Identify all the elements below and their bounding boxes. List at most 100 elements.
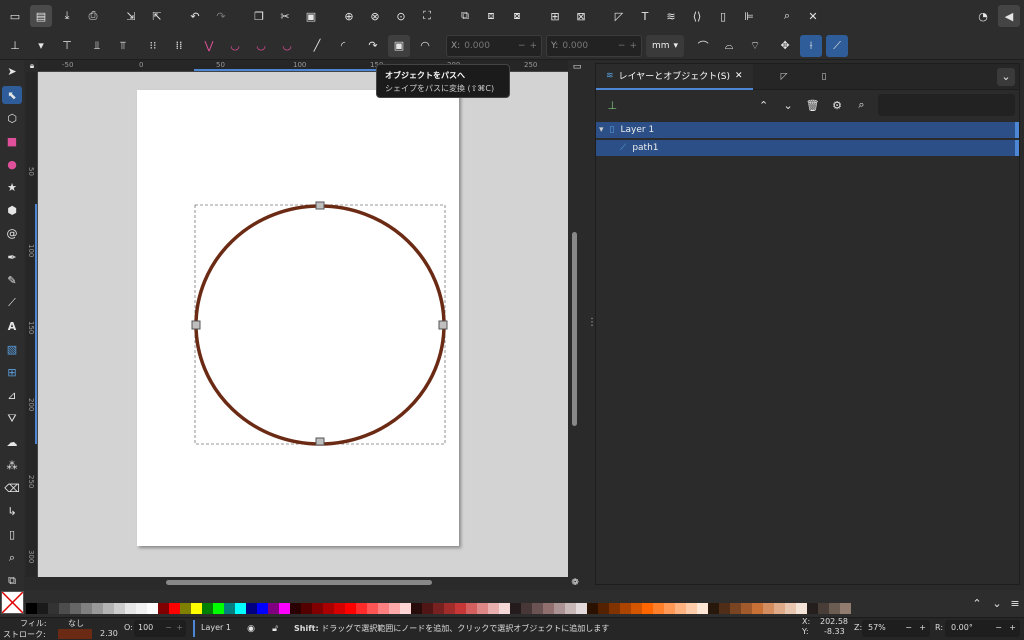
- rotate-cw-icon[interactable]: +: [1009, 623, 1016, 632]
- color-swatch[interactable]: [477, 603, 488, 614]
- visibility-eye-icon[interactable]: ◉: [244, 620, 258, 637]
- show-mask-icon[interactable]: ⌓: [718, 35, 740, 57]
- color-swatch[interactable]: [334, 603, 345, 614]
- color-swatch[interactable]: [620, 603, 631, 614]
- zoom-in-icon[interactable]: +: [919, 623, 926, 632]
- color-swatch[interactable]: [301, 603, 312, 614]
- color-swatch[interactable]: [752, 603, 763, 614]
- color-swatch[interactable]: [598, 603, 609, 614]
- rotation-field[interactable]: 0.00° − +: [945, 620, 1020, 637]
- color-swatch[interactable]: [114, 603, 125, 614]
- stroke-swatch[interactable]: [58, 629, 92, 639]
- color-swatch[interactable]: [697, 603, 708, 614]
- gradient-tool-icon[interactable]: ▧: [2, 341, 22, 359]
- delete-node-icon[interactable]: ⊤: [56, 35, 78, 57]
- document-properties-icon[interactable]: ▯: [712, 5, 734, 27]
- symmetric-node-icon[interactable]: ◡: [250, 35, 272, 57]
- import-icon[interactable]: ⇲: [120, 5, 142, 27]
- measure-tool-icon[interactable]: ⧉: [2, 572, 22, 590]
- display-mode-icon[interactable]: ▭: [568, 60, 586, 74]
- zoom-page-icon[interactable]: ⊙: [390, 5, 412, 27]
- circle-path[interactable]: [194, 204, 446, 446]
- undo-icon[interactable]: ↶: [184, 5, 206, 27]
- color-swatch[interactable]: [785, 603, 796, 614]
- color-swatch[interactable]: [730, 603, 741, 614]
- clone-icon[interactable]: ⧈: [480, 5, 502, 27]
- eraser-tool-icon[interactable]: ⌫: [2, 480, 22, 498]
- cusp-node-icon[interactable]: ⋁: [198, 35, 220, 57]
- move-up-icon[interactable]: ⌃: [755, 96, 771, 114]
- snap-toggle-icon[interactable]: ◔: [972, 5, 994, 27]
- show-transform-handles-icon[interactable]: ✥: [774, 35, 796, 57]
- show-handles-icon[interactable]: ⟊: [800, 34, 823, 57]
- color-swatch[interactable]: [235, 603, 246, 614]
- color-swatch[interactable]: [818, 603, 829, 614]
- open-file-icon[interactable]: ▤: [30, 5, 52, 27]
- insert-node-menu-icon[interactable]: ▾: [30, 35, 52, 57]
- paint-bucket-tool-icon[interactable]: ⛛: [2, 410, 22, 428]
- color-swatch[interactable]: [389, 603, 400, 614]
- color-swatch[interactable]: [191, 603, 202, 614]
- align-distribute-icon[interactable]: ⊫: [738, 5, 760, 27]
- path-node[interactable]: [191, 320, 201, 330]
- search-input[interactable]: [877, 94, 1015, 116]
- join-segment-icon[interactable]: ⁝⁝: [142, 35, 164, 57]
- layers-icon[interactable]: ≋: [660, 5, 682, 27]
- color-swatch[interactable]: [411, 603, 422, 614]
- stroke-to-path-icon[interactable]: ▣: [388, 34, 410, 57]
- color-swatch[interactable]: [147, 603, 158, 614]
- ungroup-icon[interactable]: ⊠: [570, 5, 592, 27]
- minus-icon[interactable]: −: [165, 623, 172, 632]
- delete-icon[interactable]: 🗑︎: [804, 96, 820, 114]
- layer-row[interactable]: ▾ ▯ Layer 1: [596, 122, 1019, 138]
- color-swatch[interactable]: [323, 603, 334, 614]
- color-swatch[interactable]: [246, 603, 257, 614]
- palette-menu-icon[interactable]: ≡: [1006, 594, 1024, 612]
- opacity-field[interactable]: 100 − +: [134, 620, 186, 637]
- color-swatch[interactable]: [158, 603, 169, 614]
- vertical-scrollbar[interactable]: [572, 232, 577, 426]
- color-swatch[interactable]: [312, 603, 323, 614]
- preferences-icon[interactable]: ✕: [802, 5, 824, 27]
- show-path-effect-icon[interactable]: ⌔: [744, 35, 766, 57]
- node-tool-icon[interactable]: ⬉: [2, 86, 22, 105]
- path-node[interactable]: [438, 320, 448, 330]
- pen-tool-icon[interactable]: ✒: [2, 248, 22, 266]
- dropper-tool-icon[interactable]: ⊿: [2, 387, 22, 405]
- rectangle-tool-icon[interactable]: ■: [2, 132, 22, 150]
- pages-tool-icon[interactable]: ▯: [2, 526, 22, 544]
- drawing-canvas[interactable]: [38, 72, 568, 577]
- text-tool-icon[interactable]: A: [2, 318, 22, 336]
- zoom-field[interactable]: 57% − +: [862, 620, 930, 637]
- color-swatch[interactable]: [653, 603, 664, 614]
- export-icon[interactable]: ⇱: [146, 5, 168, 27]
- dock-menu-chevron-icon[interactable]: ⌄: [997, 67, 1015, 86]
- search-icon[interactable]: ⌕: [853, 96, 869, 114]
- color-swatch[interactable]: [268, 603, 279, 614]
- unit-dropdown[interactable]: mm ▾: [646, 34, 685, 57]
- y-coordinate-field[interactable]: Y: 0.000 − +: [546, 34, 642, 57]
- 3d-box-tool-icon[interactable]: ⬢: [2, 202, 22, 220]
- color-swatch[interactable]: [224, 603, 235, 614]
- color-swatch[interactable]: [37, 603, 48, 614]
- color-swatch[interactable]: [59, 603, 70, 614]
- zoom-selection-icon[interactable]: ⊕: [338, 5, 360, 27]
- color-swatch[interactable]: [279, 603, 290, 614]
- color-swatch[interactable]: [169, 603, 180, 614]
- smooth-node-icon[interactable]: ◡: [224, 35, 246, 57]
- palette-scroll-down-icon[interactable]: ⌄: [988, 594, 1006, 612]
- path-node[interactable]: [315, 201, 325, 210]
- color-swatch[interactable]: [642, 603, 653, 614]
- break-path-icon[interactable]: ⫪: [112, 35, 134, 57]
- redo-icon[interactable]: ↷: [210, 5, 232, 27]
- color-swatch[interactable]: [92, 603, 103, 614]
- color-swatch[interactable]: [290, 603, 301, 614]
- object-to-path-icon[interactable]: ↷: [362, 35, 384, 57]
- auto-smooth-node-icon[interactable]: ◡: [276, 35, 298, 57]
- tab-layers-objects[interactable]: ≋ レイヤーとオブジェクト(S) ✕: [596, 63, 753, 90]
- color-swatch[interactable]: [763, 603, 774, 614]
- color-swatch[interactable]: [576, 603, 587, 614]
- path-node[interactable]: [315, 437, 325, 446]
- color-swatch[interactable]: [708, 603, 719, 614]
- new-document-icon[interactable]: ▭: [4, 5, 26, 27]
